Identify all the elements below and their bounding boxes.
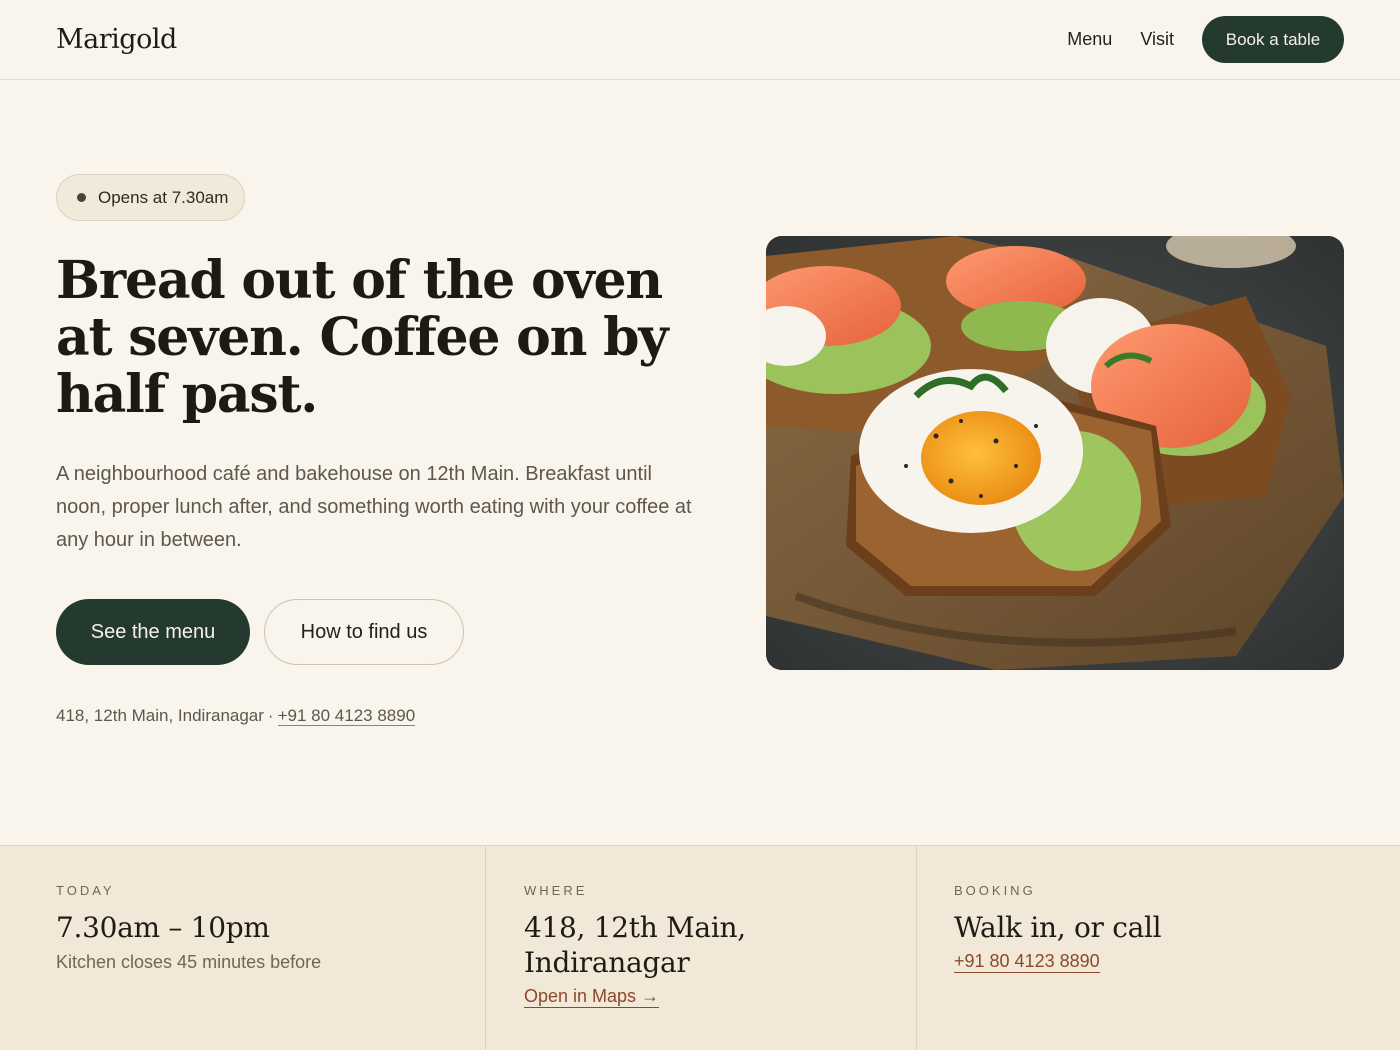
nav-link-visit[interactable]: Visit (1140, 29, 1174, 50)
brand-logo[interactable]: Marigold (56, 24, 177, 55)
book-table-button[interactable]: Book a table (1202, 16, 1344, 63)
see-menu-button[interactable]: See the menu (56, 599, 250, 665)
nav-link-menu[interactable]: Menu (1067, 29, 1112, 50)
info-booking: BOOKING Walk in, or call +91 80 4123 889… (917, 846, 1400, 1050)
contact-line: 418, 12th Main, Indiranagar · +91 80 4123 … (56, 706, 416, 726)
today-eyebrow: TODAY (56, 883, 115, 898)
opening-status-text: Opens at 7.30am (98, 187, 229, 207)
info-band: TODAY 7.30am – 10pm Kitchen closes 45 mi… (0, 845, 1400, 1050)
find-us-button[interactable]: How to find us (264, 599, 464, 665)
hero-food-photo (766, 236, 1344, 670)
opening-status-badge: Opens at 7.30am (56, 174, 245, 221)
today-hours: 7.30am – 10pm (56, 911, 270, 944)
info-today: TODAY 7.30am – 10pm Kitchen closes 45 mi… (0, 846, 486, 1050)
booking-phone-link[interactable]: +91 80 4123 8890 (954, 951, 1100, 973)
address-text: 418, 12th Main, Indiranagar (56, 706, 264, 725)
toast-illustration (766, 236, 1344, 670)
separator: · (267, 706, 274, 725)
hero-description: A neighbourhood café and bakehouse on 12… (56, 463, 692, 551)
site-header: Marigold Menu Visit Book a table (0, 0, 1400, 80)
main-nav: Menu Visit Book a table (1067, 16, 1344, 63)
hero-actions: See the menu How to find us (56, 599, 464, 665)
booking-title: Walk in, or call (954, 911, 1162, 944)
info-where: WHERE 418, 12th Main, Indiranagar Open i… (486, 846, 917, 1050)
kitchen-note: Kitchen closes 45 minutes before (56, 952, 322, 972)
hero-headline: Bread out of the oven at seven. Coffee o… (56, 250, 669, 425)
open-maps-link[interactable]: Open in Maps → (524, 986, 660, 1008)
status-dot-icon (77, 193, 86, 202)
phone-link[interactable]: +91 80 4123 8890 (277, 706, 416, 726)
where-eyebrow: WHERE (524, 883, 588, 898)
booking-eyebrow: BOOKING (954, 883, 1036, 898)
where-address: 418, 12th Main, Indiranagar (524, 911, 746, 979)
